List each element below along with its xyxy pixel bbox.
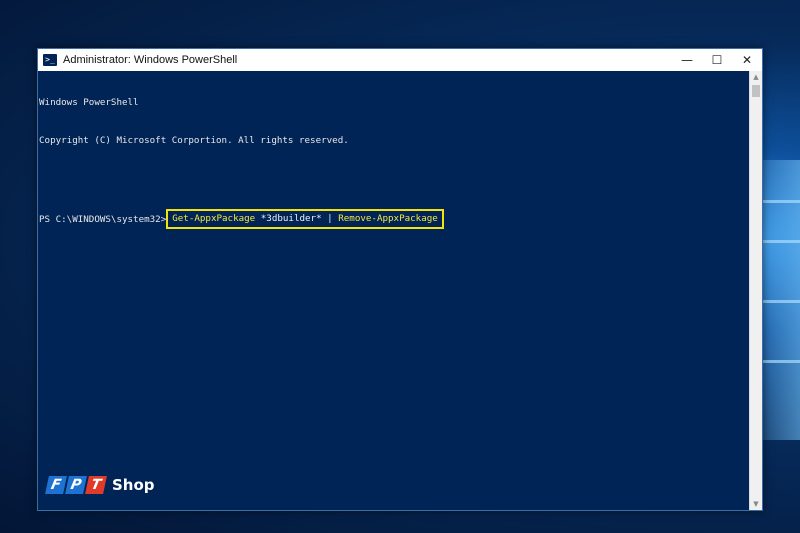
scroll-up-arrow-icon[interactable]: ▲	[750, 71, 762, 83]
console-prompt-line: PS C:\WINDOWS\system32> Get-AppxPackage *…	[39, 208, 749, 229]
logo-letter-f: F	[45, 476, 67, 494]
maximize-button[interactable]: ☐	[702, 49, 732, 71]
window-controls: — ☐ ✕	[672, 49, 762, 71]
scrollbar-thumb[interactable]	[752, 85, 760, 97]
command-argument: *3dbuilder*	[255, 212, 328, 224]
console-copyright-line: Copyright (C) Microsoft Corportion. All …	[39, 134, 349, 146]
fpt-shop-logo: F P T Shop	[45, 476, 155, 494]
scroll-down-arrow-icon[interactable]: ▼	[750, 498, 762, 510]
desktop-light-ray	[760, 200, 800, 203]
close-button[interactable]: ✕	[732, 49, 762, 71]
vertical-scrollbar[interactable]: ▲ ▼	[749, 71, 762, 510]
window-title: Administrator: Windows PowerShell	[63, 54, 238, 66]
logo-word-shop: Shop	[112, 476, 155, 494]
console-output[interactable]: Windows PowerShell Copyright (C) Microso…	[38, 71, 749, 510]
command-highlight-box: Get-AppxPackage *3dbuilder* | Remove-App…	[166, 208, 444, 229]
powershell-icon: >_	[43, 54, 57, 66]
desktop-light-ray	[760, 240, 800, 243]
logo-letter-t: T	[85, 476, 107, 494]
console-empty-line	[39, 172, 749, 185]
console-banner-line: Windows PowerShell	[39, 97, 139, 108]
command-remove-appxpackage: Remove-AppxPackage	[332, 212, 438, 224]
desktop-light-ray	[760, 360, 800, 363]
desktop-light-ray	[760, 300, 800, 303]
command-get-appxpackage: Get-AppxPackage	[172, 212, 256, 224]
powershell-window: >_ Administrator: Windows PowerShell — ☐…	[37, 48, 763, 511]
console-prompt: PS C:\WINDOWS\system32>	[39, 213, 167, 225]
minimize-button[interactable]: —	[672, 49, 702, 71]
logo-letter-p: P	[65, 476, 87, 494]
title-bar[interactable]: >_ Administrator: Windows PowerShell — ☐…	[38, 49, 762, 71]
